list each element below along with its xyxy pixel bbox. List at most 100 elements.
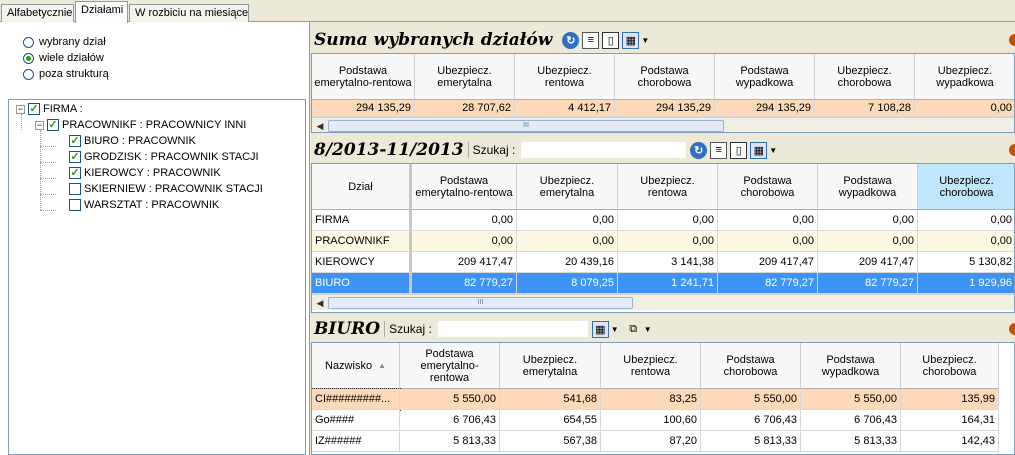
- table-cell[interactable]: 20 439,16: [517, 252, 618, 273]
- table-cell[interactable]: 0,00: [918, 231, 1014, 252]
- columns-icon[interactable]: ▯: [730, 141, 748, 159]
- chevron-down-icon[interactable]: ▼: [641, 36, 649, 45]
- checkbox-icon[interactable]: ✓: [47, 119, 59, 131]
- column-header-sorted[interactable]: Nazwisko ▲: [312, 343, 400, 389]
- settings-icon[interactable]: [1009, 34, 1015, 46]
- table-cell[interactable]: 87,20: [601, 431, 701, 452]
- table-cell[interactable]: 5 550,00: [400, 389, 500, 410]
- suma-grid[interactable]: Podstawa emerytalno-rentowa Ubezpiecz. e…: [311, 53, 1015, 133]
- column-header[interactable]: Podstawa chorobowa: [615, 54, 715, 100]
- table-cell[interactable]: 6 706,43: [701, 410, 801, 431]
- search-input[interactable]: [521, 142, 687, 158]
- column-header[interactable]: Ubezpiecz. rentowa: [601, 343, 701, 389]
- columns-icon[interactable]: ▯: [602, 31, 620, 49]
- table-cell[interactable]: 0,00: [618, 210, 718, 231]
- biuro-grid[interactable]: Nazwisko ▲ Podstawa emerytalno-rentowa U…: [311, 342, 1015, 455]
- tree-node-firma[interactable]: − ✓ FIRMA :: [16, 101, 83, 117]
- table-cell[interactable]: 0,00: [517, 210, 618, 231]
- department-name-cell[interactable]: PRACOWNIKF: [312, 231, 412, 252]
- scroll-left-icon[interactable]: ◀: [312, 118, 328, 132]
- tree-node-skierniew[interactable]: SKIERNIEW : PRACOWNIK STACJI: [69, 181, 263, 197]
- column-header[interactable]: Podstawa emerytalno-rentowa: [312, 54, 415, 100]
- column-header[interactable]: Ubezpiecz. emerytalna: [415, 54, 515, 100]
- table-cell[interactable]: 3 141,38: [618, 252, 718, 273]
- radio-icon-checked[interactable]: [23, 52, 34, 64]
- table-cell[interactable]: 5 130,82: [918, 252, 1014, 273]
- table-cell[interactable]: 0,00: [818, 210, 918, 231]
- table-cell[interactable]: 0,00: [412, 231, 517, 252]
- column-header[interactable]: Ubezpiecz. rentowa: [618, 164, 718, 210]
- column-header[interactable]: Podstawa emerytalno-rentowa: [400, 343, 500, 389]
- table-cell[interactable]: 5 550,00: [801, 389, 901, 410]
- radio-icon[interactable]: [23, 36, 34, 48]
- table-cell[interactable]: 1 929,96: [918, 273, 1014, 294]
- table-cell[interactable]: 0,00: [618, 231, 718, 252]
- checkbox-icon[interactable]: ✓: [28, 103, 40, 115]
- table-cell[interactable]: 0,00: [517, 231, 618, 252]
- table-cell[interactable]: 209 417,47: [818, 252, 918, 273]
- employee-name-cell[interactable]: CI#########...: [312, 388, 401, 411]
- column-header[interactable]: Ubezpiecz. rentowa: [515, 54, 615, 100]
- table-cell[interactable]: 135,99: [901, 389, 999, 410]
- column-header[interactable]: Ubezpiecz. wypadkowa: [915, 54, 1014, 100]
- horizontal-scrollbar[interactable]: ◀ III: [312, 117, 1014, 132]
- grid-icon[interactable]: ▦: [622, 31, 640, 49]
- tree-node-warsztat[interactable]: WARSZTAT : PRACOWNIK: [69, 197, 219, 213]
- radio-wiele-dzialow[interactable]: wiele działów: [23, 50, 104, 66]
- table-cell[interactable]: 5 550,00: [701, 389, 801, 410]
- column-header[interactable]: Podstawa wypadkowa: [715, 54, 815, 100]
- table-cell[interactable]: 82 779,27: [718, 273, 818, 294]
- table-cell[interactable]: 0,00: [718, 231, 818, 252]
- period-grid[interactable]: Dział Podstawa emerytalno-rentowa Ubezpi…: [311, 163, 1015, 313]
- grid-icon[interactable]: ▦: [591, 320, 609, 338]
- chevron-down-icon[interactable]: ▼: [769, 146, 777, 155]
- scroll-thumb[interactable]: III: [328, 297, 633, 309]
- table-cell[interactable]: 209 417,47: [718, 252, 818, 273]
- search-input[interactable]: [437, 321, 588, 337]
- radio-wybrany-dzial[interactable]: wybrany dział: [23, 34, 106, 50]
- checkbox-icon[interactable]: ✓: [69, 167, 81, 179]
- column-header[interactable]: Ubezpiecz. chorobowa: [901, 343, 999, 389]
- table-cell[interactable]: 0,00: [918, 210, 1014, 231]
- calculator-icon[interactable]: ≡: [710, 141, 728, 159]
- table-cell[interactable]: 100,60: [601, 410, 701, 431]
- department-name-cell[interactable]: BIURO: [312, 273, 412, 294]
- table-cell[interactable]: 8 079,25: [517, 273, 618, 294]
- scroll-thumb[interactable]: III: [328, 120, 724, 132]
- table-cell[interactable]: 6 706,43: [801, 410, 901, 431]
- checkbox-icon[interactable]: [69, 199, 81, 211]
- column-header-highlighted[interactable]: Ubezpiecz. chorobowa: [918, 164, 1014, 210]
- collapse-icon[interactable]: −: [16, 104, 25, 114]
- column-header[interactable]: Dział: [312, 164, 412, 210]
- horizontal-scrollbar[interactable]: ◀ III: [312, 294, 1014, 310]
- column-header[interactable]: Podstawa chorobowa: [718, 164, 818, 210]
- column-header[interactable]: Ubezpiecz. emerytalna: [517, 164, 618, 210]
- grid-icon[interactable]: ▦: [750, 141, 768, 159]
- table-cell[interactable]: 164,31: [901, 410, 999, 431]
- table-cell[interactable]: 142,43: [901, 431, 999, 452]
- checkbox-icon[interactable]: [69, 183, 81, 195]
- settings-icon[interactable]: [1009, 323, 1015, 335]
- table-cell[interactable]: 654,55: [500, 410, 601, 431]
- column-header[interactable]: Podstawa wypadkowa: [818, 164, 918, 210]
- tree-node-pracownikf[interactable]: − ✓ PRACOWNIKF : PRACOWNICY INNI: [35, 117, 246, 133]
- table-cell[interactable]: 82 779,27: [412, 273, 517, 294]
- tree-node-biuro[interactable]: ✓ BIURO : PRACOWNIK: [69, 133, 196, 149]
- column-header[interactable]: Podstawa chorobowa: [701, 343, 801, 389]
- department-name-cell[interactable]: KIEROWCY: [312, 252, 412, 273]
- table-cell[interactable]: 5 813,33: [701, 431, 801, 452]
- tree-node-kierowcy[interactable]: ✓ KIEROWCY : PRACOWNIK: [69, 165, 221, 181]
- chevron-down-icon[interactable]: ▼: [644, 325, 652, 334]
- column-header[interactable]: Podstawa wypadkowa: [801, 343, 901, 389]
- radio-icon[interactable]: [23, 68, 34, 80]
- department-tree[interactable]: − ✓ FIRMA : − ✓ PRACOWNIKF : PRACOWNICY …: [8, 99, 306, 455]
- tab-w-rozbiciu[interactable]: W rozbiciu na miesiące: [129, 4, 249, 22]
- radio-poza-struktura[interactable]: poza strukturą: [23, 66, 109, 82]
- column-header[interactable]: Ubezpiecz. emerytalna: [500, 343, 601, 389]
- table-cell[interactable]: 1 241,71: [618, 273, 718, 294]
- table-cell[interactable]: 0,00: [412, 210, 517, 231]
- table-cell[interactable]: 5 813,33: [801, 431, 901, 452]
- table-cell[interactable]: 6 706,43: [400, 410, 500, 431]
- settings-icon[interactable]: [1009, 144, 1015, 156]
- table-cell[interactable]: 83,25: [601, 389, 701, 410]
